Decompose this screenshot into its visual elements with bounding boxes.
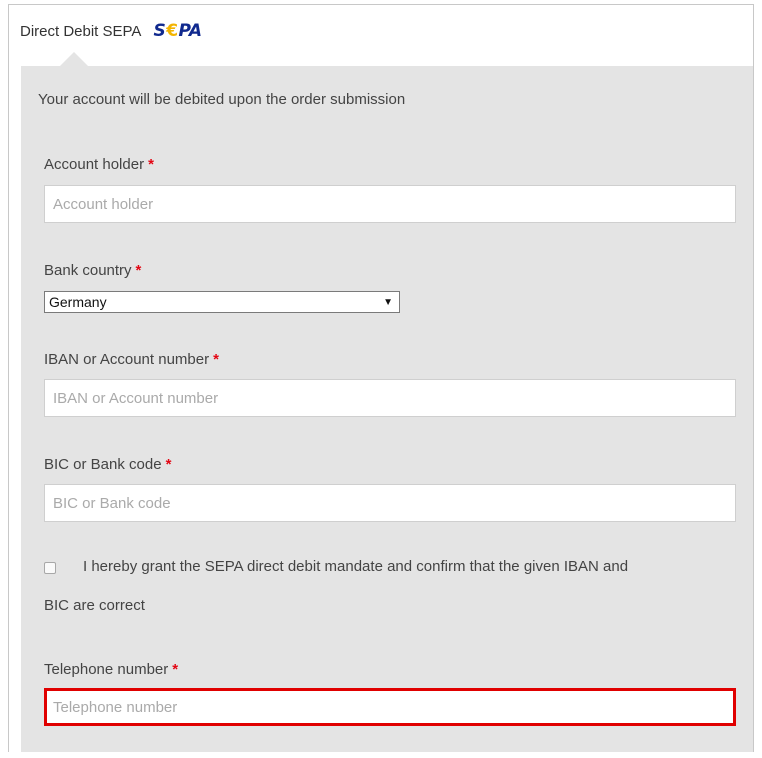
iban-input[interactable]: IBAN or Account number	[44, 379, 736, 417]
bic-placeholder: BIC or Bank code	[53, 494, 171, 512]
sepa-logo-icon: S € PA	[153, 21, 202, 41]
mandate-checkbox[interactable]	[44, 562, 56, 574]
required-marker: *	[165, 456, 172, 473]
iban-placeholder: IBAN or Account number	[53, 389, 219, 407]
debit-info-text: Your account will be debited upon the or…	[38, 91, 406, 108]
account-holder-label: Account holder *	[44, 156, 154, 173]
required-marker: *	[148, 156, 154, 173]
required-marker: *	[172, 661, 179, 678]
bank-country-select[interactable]: Germany ▼	[44, 291, 400, 313]
account-holder-input[interactable]: Account holder	[44, 185, 736, 223]
bic-label: BIC or Bank code *	[44, 456, 172, 473]
iban-label: IBAN or Account number *	[44, 351, 219, 368]
telephone-placeholder: Telephone number	[53, 698, 178, 716]
telephone-input[interactable]: Telephone number	[44, 688, 736, 726]
payment-method-title: Direct Debit SEPA	[20, 22, 142, 40]
account-holder-placeholder: Account holder	[53, 195, 154, 213]
bic-input[interactable]: BIC or Bank code	[44, 484, 736, 522]
mandate-text-line1: I hereby grant the SEPA direct debit man…	[83, 558, 629, 575]
bank-country-label: Bank country *	[44, 262, 142, 279]
required-marker: *	[213, 351, 219, 368]
mandate-text-line2: BIC are correct	[44, 597, 145, 614]
panel-pointer	[60, 52, 88, 66]
required-marker: *	[135, 262, 142, 279]
bank-country-value: Germany	[49, 294, 107, 310]
telephone-label: Telephone number *	[44, 661, 179, 678]
chevron-down-icon: ▼	[383, 296, 393, 308]
payment-method-header: Direct Debit SEPA S € PA	[20, 20, 202, 42]
